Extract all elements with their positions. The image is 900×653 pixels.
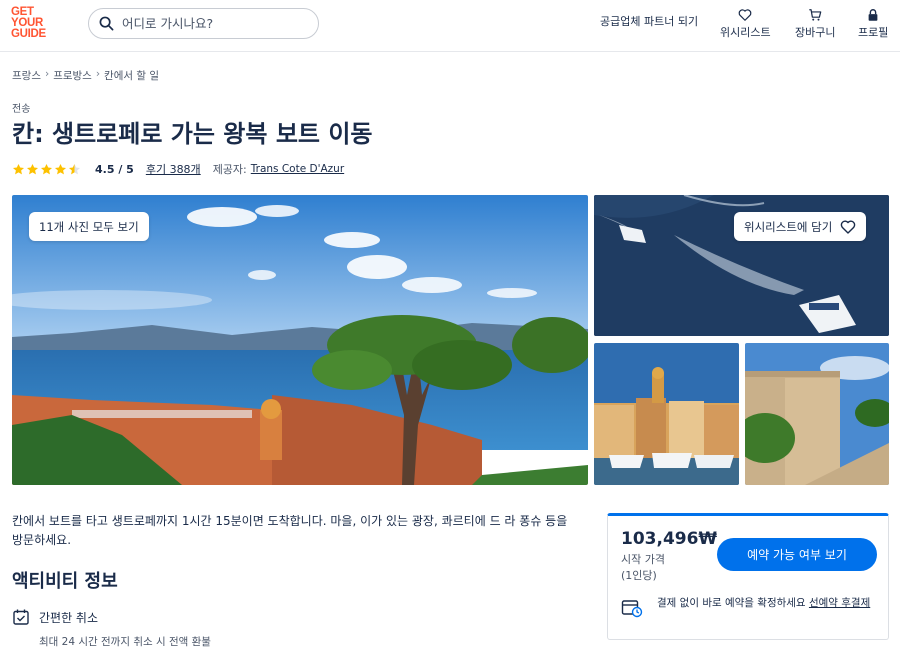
- cart-icon: [809, 9, 822, 21]
- star-icon: [54, 163, 67, 174]
- top-header: GET YOUR GUIDE 공급업체 파트너 되기 위시리스트 장바구니 프로…: [0, 0, 900, 52]
- star-icon: [26, 163, 39, 174]
- reviews-link[interactable]: 후기 388개: [146, 161, 201, 177]
- wishlist-nav-button[interactable]: 위시리스트: [720, 8, 771, 40]
- chevron-right-icon: ›: [95, 68, 101, 80]
- lock-profile-icon: [868, 9, 878, 21]
- heart-icon: [738, 9, 752, 21]
- calendar-clock-icon: [621, 600, 643, 618]
- half-star-icon: [68, 163, 81, 174]
- star-rating: [12, 163, 81, 176]
- view-all-photos-button[interactable]: 11개 사진 모두 보기: [29, 212, 149, 241]
- activity-description: 칸에서 보트를 타고 생트로페까지 1시간 15분이면 도착합니다. 마을, 이…: [12, 514, 568, 547]
- star-icon: [40, 163, 53, 174]
- gallery-photo-harbor[interactable]: [594, 343, 739, 485]
- heart-icon: [841, 220, 856, 234]
- logo-line-3: GUIDE: [11, 28, 46, 40]
- cart-nav-label: 장바구니: [795, 26, 836, 39]
- reserve-now-pay-later-link[interactable]: 선예약 후결제: [809, 597, 870, 609]
- star-icon: [12, 163, 25, 174]
- breadcrumb-item[interactable]: 프랑스: [12, 68, 41, 83]
- breadcrumb-item[interactable]: 프로방스: [53, 68, 92, 83]
- gallery-photo-citadel[interactable]: [745, 343, 889, 485]
- profile-nav-label: 프로필: [858, 26, 889, 39]
- reserve-text: 결제 없이 바로 예약을 확정하세요: [657, 597, 806, 609]
- cart-nav-button[interactable]: 장바구니: [795, 8, 835, 40]
- check-availability-button[interactable]: 예약 가능 여부 보기: [717, 538, 877, 571]
- search-bar[interactable]: [88, 8, 319, 39]
- price-value: 103,496₩: [621, 529, 718, 549]
- reserve-text-block: 결제 없이 바로 예약을 확정하세요 선예약 후결제: [657, 596, 872, 611]
- free-cancellation-detail: 최대 24 시간 전까지 취소 시 전액 환불: [39, 636, 211, 648]
- become-partner-link[interactable]: 공급업체 파트너 되기: [600, 13, 698, 29]
- provider-link[interactable]: Trans Cote D'Azur: [251, 163, 344, 175]
- price-caption: 시작 가격 (1인당): [621, 552, 665, 584]
- add-to-wishlist-button[interactable]: 위시리스트에 담기: [734, 212, 867, 241]
- per-person-label: (1인당): [621, 569, 657, 582]
- breadcrumb: 프랑스 › 프로방스 › 칸에서 할 일: [12, 68, 159, 83]
- free-cancellation-title: 간편한 취소: [39, 610, 99, 625]
- harbor-town-image: [594, 343, 739, 485]
- reserve-now-pay-later: 결제 없이 바로 예약을 확정하세요 선예약 후결제: [621, 596, 872, 618]
- breadcrumb-item[interactable]: 칸에서 할 일: [104, 68, 159, 83]
- booking-card: 103,496₩ 시작 가격 (1인당) 예약 가능 여부 보기 결제 없이 바…: [607, 513, 889, 640]
- search-input[interactable]: [122, 16, 302, 31]
- rating-value: 4.5 / 5: [95, 162, 134, 176]
- provider-label: 제공자:: [212, 163, 247, 176]
- price-from-label: 시작 가격: [621, 553, 665, 566]
- activity-info-heading: 액티비티 정보: [12, 571, 118, 592]
- free-cancellation-feature: 간편한 취소: [12, 608, 98, 626]
- rating-row: 4.5 / 5 후기 388개 제공자: Trans Cote D'Azur: [12, 161, 344, 177]
- citadel-wall-image: [745, 343, 889, 485]
- calendar-check-icon: [13, 609, 29, 625]
- chevron-right-icon: ›: [44, 68, 50, 80]
- page-title: 칸: 생트로페로 가는 왕복 보트 이동: [12, 120, 373, 148]
- search-icon: [99, 16, 114, 31]
- add-to-wishlist-label: 위시리스트에 담기: [744, 219, 833, 234]
- wishlist-nav-label: 위시리스트: [720, 26, 771, 39]
- getyourguide-logo[interactable]: GET YOUR GUIDE: [11, 6, 55, 40]
- activity-category: 전송: [12, 104, 31, 115]
- profile-nav-button[interactable]: 프로필: [858, 8, 888, 40]
